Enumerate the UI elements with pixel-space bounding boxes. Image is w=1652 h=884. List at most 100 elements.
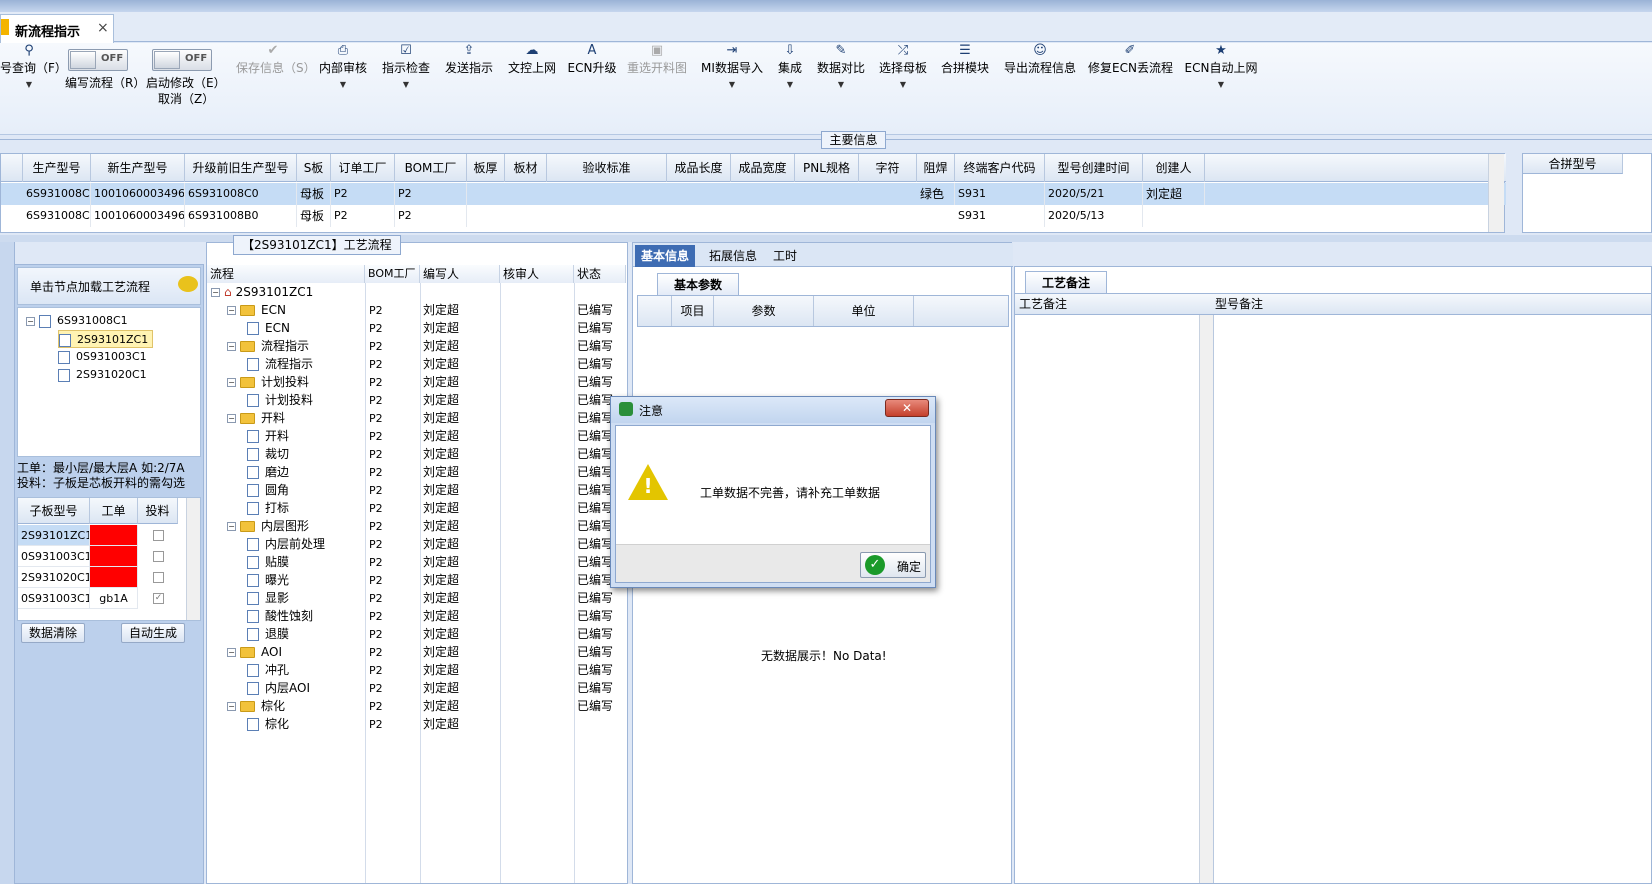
- flow-row[interactable]: ECN P2 刘定超 已编写: [207, 319, 627, 338]
- column-header[interactable]: 板厚: [467, 154, 505, 182]
- collapse-icon[interactable]: −: [227, 306, 236, 315]
- column-header[interactable]: 字符: [859, 154, 917, 182]
- flow-row[interactable]: 磨边 P2 刘定超 已编写: [207, 463, 627, 482]
- column-header[interactable]: BOM工厂: [365, 265, 420, 283]
- ok-button[interactable]: ✓ 确定: [860, 552, 926, 578]
- flow-row[interactable]: − ECN P2 刘定超 已编写: [207, 301, 627, 320]
- column-header[interactable]: 核审人: [500, 265, 574, 283]
- column-header[interactable]: 型号备注: [1215, 294, 1395, 314]
- column-header[interactable]: 生产型号: [23, 154, 91, 182]
- sub-board-model[interactable]: 2S93101ZC1: [18, 525, 90, 546]
- flow-row[interactable]: 计划投料 P2 刘定超 已编写: [207, 391, 627, 410]
- flow-row[interactable]: 内层AOI P2 刘定超 已编写: [207, 679, 627, 698]
- column-header[interactable]: 订单工厂: [331, 154, 395, 182]
- tab-work-hours[interactable]: 工时: [767, 245, 803, 267]
- collapse-icon[interactable]: −: [227, 648, 236, 657]
- tree-node-root[interactable]: −6S931008C1: [26, 312, 128, 330]
- instruction-check-button[interactable]: ☑ 指示检查 ▼: [378, 43, 434, 93]
- sub-board-model[interactable]: 2S931020C1: [18, 567, 90, 588]
- feed-checkbox[interactable]: [153, 551, 164, 562]
- column-header[interactable]: 子板型号: [18, 498, 90, 524]
- flow-row[interactable]: 流程指示 P2 刘定超 已编写: [207, 355, 627, 374]
- column-header[interactable]: 工艺备注: [1019, 294, 1209, 314]
- column-header[interactable]: 成品长度: [667, 154, 731, 182]
- sub-board-model[interactable]: 0S931003C1: [18, 546, 90, 567]
- internal-review-button[interactable]: ⎙ 内部审核 ▼: [316, 43, 370, 93]
- flow-row[interactable]: 显影 P2 刘定超 已编写: [207, 589, 627, 608]
- clear-data-button[interactable]: 数据清除: [21, 623, 85, 643]
- column-header[interactable]: 项目: [672, 296, 714, 326]
- tree-node[interactable]: 0S931003C1: [58, 348, 147, 366]
- flow-row[interactable]: 裁切 P2 刘定超 已编写: [207, 445, 627, 464]
- flow-row[interactable]: 退膜 P2 刘定超 已编写: [207, 625, 627, 644]
- doc-control-online-button[interactable]: ☁ 文控上网: [504, 43, 560, 77]
- flow-row[interactable]: 冲孔 P2 刘定超 已编写: [207, 661, 627, 680]
- integrate-button[interactable]: ⇩ 集成 ▼: [772, 43, 808, 93]
- basic-params-subtab[interactable]: 基本参数: [657, 273, 740, 295]
- column-header[interactable]: 板材: [505, 154, 547, 182]
- flow-row[interactable]: − 流程指示 P2 刘定超 已编写: [207, 337, 627, 356]
- flow-row[interactable]: − 棕化 P2 刘定超 已编写: [207, 697, 627, 716]
- flow-row[interactable]: 打标 P2 刘定超 已编写: [207, 499, 627, 518]
- column-header[interactable]: PNL规格: [795, 154, 859, 182]
- export-flow-info-button[interactable]: ☺ 导出流程信息: [1000, 43, 1080, 77]
- column-header[interactable]: 创建人: [1143, 154, 1205, 182]
- flow-row[interactable]: 酸性蚀刻 P2 刘定超 已编写: [207, 607, 627, 626]
- column-header[interactable]: 工单: [90, 498, 138, 524]
- feed-checkbox[interactable]: [153, 530, 164, 541]
- column-header[interactable]: 状态: [574, 265, 626, 283]
- collapse-icon[interactable]: −: [227, 522, 236, 531]
- save-info-button[interactable]: ✔ 保存信息（S）: [236, 43, 316, 77]
- data-compare-button[interactable]: ✎ 数据对比 ▼: [814, 43, 868, 93]
- collapse-icon[interactable]: −: [227, 414, 236, 423]
- query-button[interactable]: ⚲ 号查询（F） ▼: [0, 43, 67, 93]
- column-header[interactable]: 新生产型号: [91, 154, 185, 182]
- repair-ecn-flow-button[interactable]: ✐ 修复ECN丢流程: [1088, 43, 1173, 77]
- auto-generate-button[interactable]: 自动生成: [121, 623, 185, 643]
- column-header[interactable]: 流程: [207, 265, 365, 283]
- collapse-icon[interactable]: −: [227, 378, 236, 387]
- cancel-modify-button[interactable]: 取消（Z）: [158, 91, 214, 107]
- write-flow-toggle[interactable]: OFF: [68, 49, 128, 71]
- reselect-cutting-chart-button[interactable]: ▣ 重选开料图: [624, 43, 690, 77]
- collapse-icon[interactable]: −: [211, 288, 220, 297]
- order-cell[interactable]: [90, 546, 138, 567]
- tab-extended-info[interactable]: 拓展信息: [703, 245, 763, 267]
- column-header[interactable]: 验收标准: [547, 154, 667, 182]
- flow-row[interactable]: − 开料 P2 刘定超 已编写: [207, 409, 627, 428]
- table-row[interactable]: 6S931008C0 10010600034962 6S931008B0 母板 …: [1, 205, 1506, 227]
- left-collapse-bar[interactable]: [0, 242, 15, 884]
- column-header[interactable]: S板: [297, 154, 331, 182]
- flow-root-node[interactable]: − ⌂ 2S93101ZC1: [211, 283, 313, 302]
- feed-checkbox[interactable]: ✓: [153, 593, 164, 604]
- send-instruction-button[interactable]: ⇪ 发送指示: [442, 43, 496, 77]
- tree-node[interactable]: 2S931020C1: [58, 366, 147, 384]
- column-header[interactable]: 投料: [138, 498, 178, 524]
- flow-row[interactable]: − 内层图形 P2 刘定超 已编写: [207, 517, 627, 536]
- column-header[interactable]: 单位: [814, 296, 914, 326]
- remark-scrollbar[interactable]: [1199, 315, 1213, 883]
- order-cell[interactable]: [90, 567, 138, 588]
- process-remark-subtab[interactable]: 工艺备注: [1025, 271, 1108, 293]
- tree-node-selected[interactable]: 2S93101ZC1: [58, 330, 154, 348]
- order-cell[interactable]: [90, 525, 138, 546]
- close-tab-icon[interactable]: ×: [97, 20, 109, 36]
- process-flow-tab[interactable]: 【2S93101ZC1】工艺流程: [233, 235, 401, 255]
- order-cell[interactable]: gb1A: [90, 588, 138, 609]
- flow-row[interactable]: − 计划投料 P2 刘定超 已编写: [207, 373, 627, 392]
- flow-row[interactable]: 曝光 P2 刘定超 已编写: [207, 571, 627, 590]
- flow-row[interactable]: 开料 P2 刘定超 已编写: [207, 427, 627, 446]
- flow-row[interactable]: 内层前处理 P2 刘定超 已编写: [207, 535, 627, 554]
- column-header[interactable]: 合拼型号: [1523, 154, 1623, 174]
- sub-grid-scrollbar[interactable]: [186, 498, 200, 620]
- flow-row[interactable]: 圆角 P2 刘定超 已编写: [207, 481, 627, 500]
- column-header[interactable]: BOM工厂: [395, 154, 467, 182]
- column-header[interactable]: 参数: [714, 296, 814, 326]
- ecn-auto-online-button[interactable]: ★ ECN自动上网 ▼: [1180, 43, 1262, 93]
- collapse-icon[interactable]: −: [26, 316, 35, 326]
- merge-module-button[interactable]: ☰ 合拼模块: [938, 43, 992, 77]
- flow-row[interactable]: − AOI P2 刘定超 已编写: [207, 643, 627, 662]
- column-header[interactable]: 阻焊: [917, 154, 955, 182]
- collapse-icon[interactable]: −: [227, 702, 236, 711]
- select-motherboard-button[interactable]: ⤮ 选择母板 ▼: [876, 43, 930, 93]
